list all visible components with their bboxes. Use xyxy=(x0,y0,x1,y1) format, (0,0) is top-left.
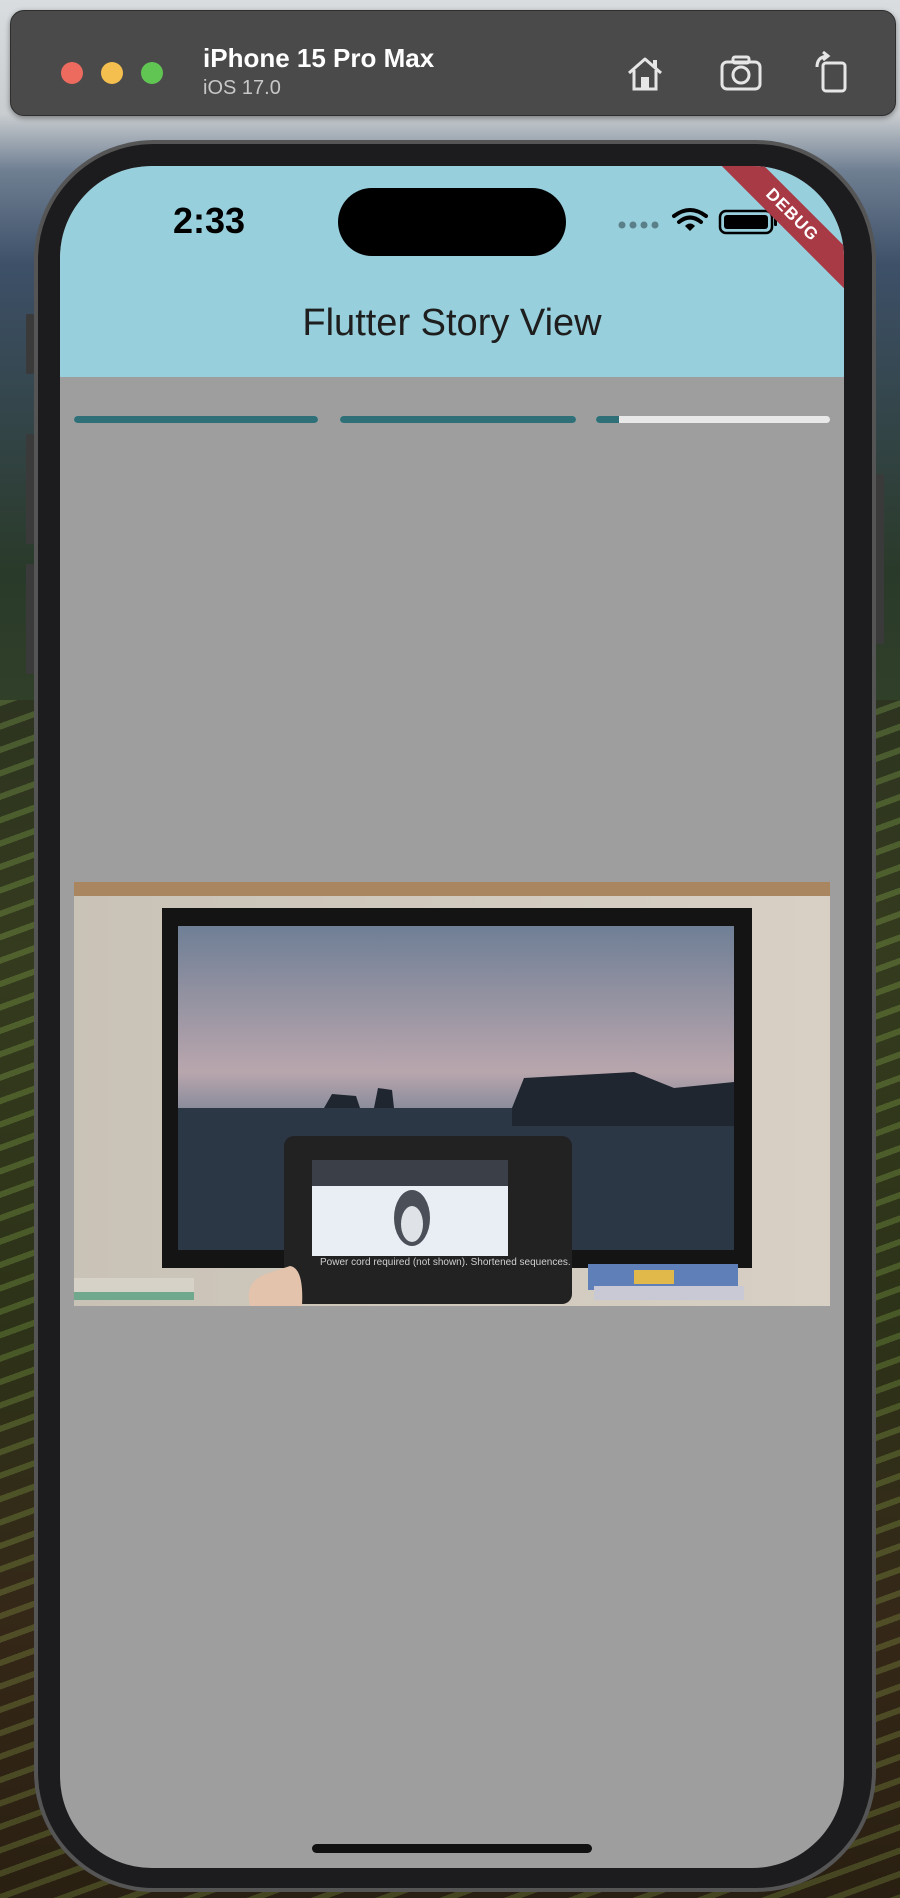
device-name: iPhone 15 Pro Max xyxy=(203,43,435,73)
story-progress-fill xyxy=(74,416,318,423)
os-version: iOS 17.0 xyxy=(203,77,281,99)
home-indicator xyxy=(312,1844,592,1853)
video-caption: Power cord required (not shown). Shorten… xyxy=(320,1257,571,1268)
close-window-button[interactable] xyxy=(61,62,83,84)
story-progress-bar xyxy=(74,416,830,424)
minimize-window-button[interactable] xyxy=(101,62,123,84)
story-progress-segment xyxy=(596,416,830,423)
dynamic-island xyxy=(338,188,566,256)
status-icons xyxy=(618,208,777,235)
device-screen: 2:33 Flutter Story View DEBUG Power cord… xyxy=(60,166,844,1868)
story-progress-fill xyxy=(596,416,620,423)
app-title: Flutter Story View xyxy=(302,302,602,344)
story-video-frame[interactable]: Power cord required (not shown). Shorten… xyxy=(74,882,830,1306)
story-progress-segment xyxy=(340,416,576,423)
story-progress-fill xyxy=(340,416,576,423)
volume-down-button xyxy=(26,564,34,674)
zoom-window-button[interactable] xyxy=(141,62,163,84)
simulator-toolbar: iPhone 15 Pro Max iOS 17.0 xyxy=(10,10,896,116)
side-button xyxy=(876,474,884,644)
story-progress-segment xyxy=(74,416,318,423)
wifi-icon xyxy=(672,208,708,231)
home-icon[interactable] xyxy=(623,51,667,95)
action-button xyxy=(26,314,34,374)
screenshot-camera-icon[interactable] xyxy=(719,51,763,95)
volume-up-button xyxy=(26,434,34,544)
battery-icon xyxy=(718,209,777,235)
cellular-signal-icon xyxy=(618,221,659,229)
app-bar: 2:33 Flutter Story View DEBUG xyxy=(60,166,844,377)
rotate-icon[interactable] xyxy=(811,51,855,95)
status-time: 2:33 xyxy=(173,200,246,241)
